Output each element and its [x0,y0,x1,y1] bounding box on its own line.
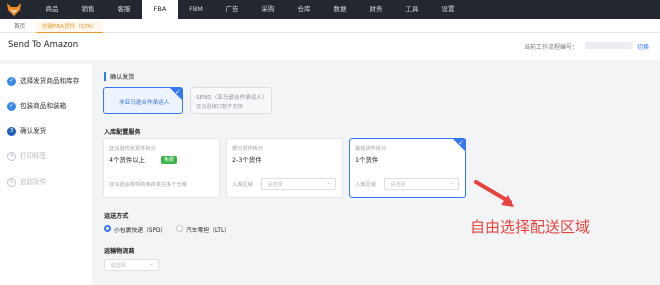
free-badge: 免费 [161,156,178,164]
card-value: 2-3个货件 [232,156,262,164]
nav-item[interactable]: FBA [142,0,178,19]
step-label: 选择发货商品和库存 [20,77,80,85]
nav-item[interactable]: 数据 [322,0,358,19]
option-label: 非亚马逊合作承运人 [119,100,170,106]
fox-logo-icon[interactable] [6,2,22,17]
step-number: 3 [7,127,16,136]
page-title: Send To Amazon [8,40,79,50]
card-title: 最低货件拆分 [355,146,387,152]
nav-item[interactable]: 设置 [430,0,466,19]
section-title-transport: 运输物流商 [104,248,135,255]
select-placeholder: 请选择 [390,182,406,188]
annotation-text: 自由选择配送区域 [470,218,591,236]
nav-item[interactable]: FBM [178,0,214,19]
radio-label-spd[interactable]: 小包裹快递（SPD） [114,225,166,234]
card-desc: 亚马逊会将你的库存发往多个仓库 [109,182,187,188]
select-placeholder: 请选择 [110,263,126,269]
option-title: SEND（亚马逊合作承运人） [196,95,268,101]
region-label: 入库区域 [232,182,253,188]
section-title-inbound: 入库配置服务 [104,129,141,136]
page-header: Send To Amazon 当前工作流程编号： 切换 [0,33,660,60]
region-label: 入库区域 [355,182,376,188]
service-card-optimized[interactable]: 亚马逊优化货件拆分 4个货件以上 免费 亚马逊会将你的库存发往多个仓库 [103,138,220,198]
card-value: 4个货件以上 [109,156,146,164]
tab-bar: 首页 创建FBA货件（STA） [0,19,660,33]
card-value: 1个货件 [355,156,379,164]
check-icon: ✓ [175,88,181,96]
nav-item[interactable]: 客服 [106,0,142,19]
step-label: 确认发货 [20,127,47,135]
card-title: 部分货件拆分 [232,146,264,152]
steps-sidebar: ✓ 选择发货商品和库存 ✓ 包装商品和装箱 3 确认发货 4 打印标签 5 追踪… [0,64,92,285]
region-select[interactable]: 请选择 ⌄ [261,178,336,190]
radio-spd[interactable] [104,225,111,232]
check-icon: ✓ [7,77,16,86]
radio-label-ltl[interactable]: 汽车零担（LTL） [186,225,230,234]
tab-create-fba-shipment[interactable]: 创建FBA货件（STA） [36,21,103,33]
service-card-minimum[interactable]: 最低货件拆分 1个货件 入库区域 请选择 ⌄ ✓ [349,138,466,198]
option-subtitle: 亚马逊接口暂不支持 [196,104,243,110]
chevron-down-icon: ⌄ [148,260,154,267]
nav-item[interactable]: 财务 [358,0,394,19]
switch-link[interactable]: 切换 [637,42,649,51]
step-number: 5 [7,178,16,187]
carrier-option-non-partnered[interactable]: 非亚马逊合作承运人 ✓ [103,87,183,114]
process-number-label: 当前工作流程编号： [524,44,579,51]
nav-item[interactable]: 工具 [394,0,430,19]
region-select[interactable]: 请选择 ⌄ [384,178,459,190]
nav-item[interactable]: 广告 [214,0,250,19]
select-placeholder: 请选择 [267,182,283,188]
step-label: 打印标签 [20,152,47,160]
process-number-value [585,42,633,49]
nav-item[interactable]: 商品 [34,0,70,19]
tab-home[interactable]: 首页 [8,21,31,33]
step-number: 4 [7,152,16,161]
section-title-confirm: 确认发货 [104,72,134,81]
nav-item[interactable]: 仓库 [286,0,322,19]
radio-ltl[interactable] [176,225,183,232]
check-icon: ✓ [458,139,464,147]
chevron-down-icon: ⌄ [448,179,454,186]
service-card-partial[interactable]: 部分货件拆分 2-3个货件 入库区域 请选择 ⌄ [226,138,343,198]
check-icon: ✓ [7,102,16,111]
nav-item[interactable]: 采购 [250,0,286,19]
red-arrow-icon [474,180,514,207]
card-title: 亚马逊优化货件拆分 [109,146,156,152]
carrier-select[interactable]: 请选择 ⌄ [104,259,159,271]
top-nav: 商品 销售 客服 FBA FBM 广告 采购 仓库 数据 财务 工具 设置 [0,0,660,19]
chevron-down-icon: ⌄ [325,179,331,186]
carrier-option-partnered: SEND（亚马逊合作承运人） 亚马逊接口暂不支持 [190,87,272,114]
step-label: 追踪货件 [20,178,47,186]
nav-item[interactable]: 销售 [70,0,106,19]
section-title-shipping: 运送方式 [104,213,129,220]
step-label: 包装商品和装箱 [20,102,67,110]
